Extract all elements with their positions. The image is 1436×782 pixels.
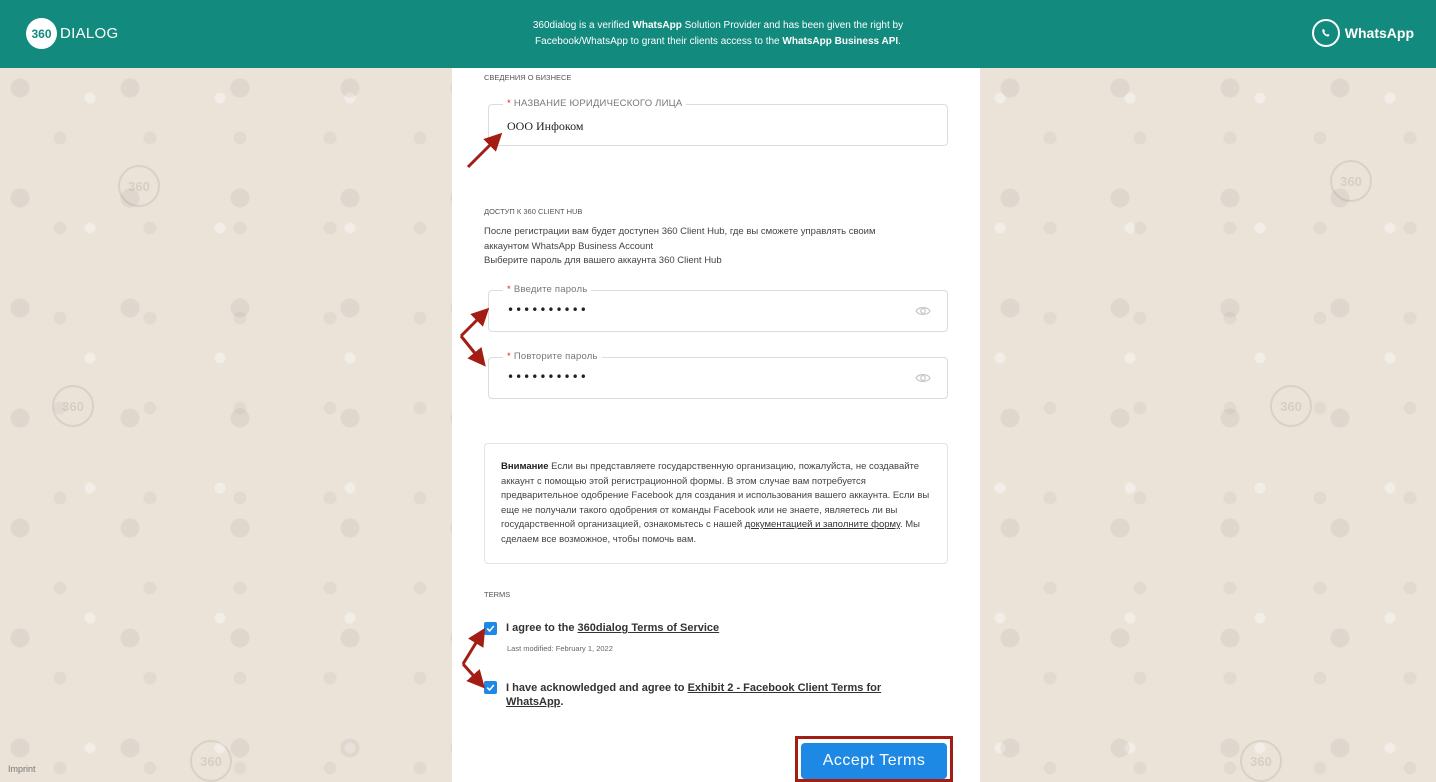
government-warning-box: Внимание Если вы представляете государст…: [484, 443, 948, 564]
background-logo-icon: 360: [1240, 740, 1282, 782]
background-logo-icon: 360: [118, 165, 160, 207]
brand-logo[interactable]: 360 DIALOG: [26, 18, 118, 49]
eye-icon[interactable]: [915, 304, 931, 322]
legal-name-value: ООО Инфоком: [507, 119, 584, 133]
provider-notice: 360dialog is a verified WhatsApp Solutio…: [532, 20, 904, 47]
legal-name-label: * НАЗВАНИЕ ЮРИДИЧЕСКОГО ЛИЦА: [503, 98, 687, 109]
hub-info-text: После регистрации вам будет доступен 360…: [484, 226, 876, 266]
terms-section-label: TERMS: [484, 590, 511, 599]
whatsapp-brand: WhatsApp: [1311, 19, 1414, 47]
business-section-label: СВЕДЕНИЯ О БИЗНЕСЕ: [484, 73, 572, 82]
imprint-link[interactable]: Imprint: [8, 764, 36, 774]
hub-section-label: ДОСТУП К 360 CLIENT HUB: [484, 207, 583, 216]
background-logo-icon: 360: [1270, 385, 1312, 427]
registration-panel: СВЕДЕНИЯ О БИЗНЕСЕ * НАЗВАНИЕ ЮРИДИЧЕСКОГ…: [452, 68, 980, 782]
background-logo-icon: 360: [52, 385, 94, 427]
whatsapp-icon: [1311, 19, 1340, 47]
repeat-password-value: ••••••••••: [507, 370, 588, 384]
repeat-password-label: * Повторите пароль: [503, 351, 602, 362]
exhibit-link[interactable]: Exhibit 2 - Facebook Client Terms for: [688, 682, 882, 694]
top-header: 360 DIALOG 360dialog is a verified Whats…: [0, 0, 1436, 68]
warning-text: Внимание Если вы представляете государст…: [501, 461, 930, 545]
tos-link[interactable]: 360dialog Terms of Service: [578, 622, 720, 634]
tos-checkbox[interactable]: [484, 622, 497, 635]
background-logo-icon: 360: [190, 740, 232, 782]
exhibit-label: I have acknowledged and agree to Exhibit…: [506, 682, 882, 708]
logo-badge: 360: [26, 18, 57, 49]
exhibit-checkbox[interactable]: [484, 681, 497, 694]
tos-label: I agree to the 360dialog Terms of Servic…: [506, 622, 720, 634]
documentation-link[interactable]: документацией и заполните форму: [745, 519, 900, 530]
exhibit-link-cont[interactable]: WhatsApp: [506, 696, 560, 708]
password-label: * Введите пароль: [503, 284, 592, 295]
legal-name-field[interactable]: * НАЗВАНИЕ ЮРИДИЧЕСКОГО ЛИЦА ООО Инфоком: [488, 98, 948, 146]
password-field[interactable]: * Введите пароль ••••••••••: [488, 284, 948, 332]
accept-terms-button[interactable]: Accept Terms: [801, 743, 947, 779]
tos-last-modified: Last modified: February 1, 2022: [507, 644, 613, 653]
password-value: ••••••••••: [507, 303, 588, 317]
logo-text: DIALOG: [60, 25, 119, 42]
background-logo-icon: 360: [1330, 160, 1372, 202]
eye-icon[interactable]: [915, 371, 931, 389]
whatsapp-brand-text: WhatsApp: [1344, 25, 1414, 41]
repeat-password-field[interactable]: * Повторите пароль ••••••••••: [488, 351, 948, 399]
